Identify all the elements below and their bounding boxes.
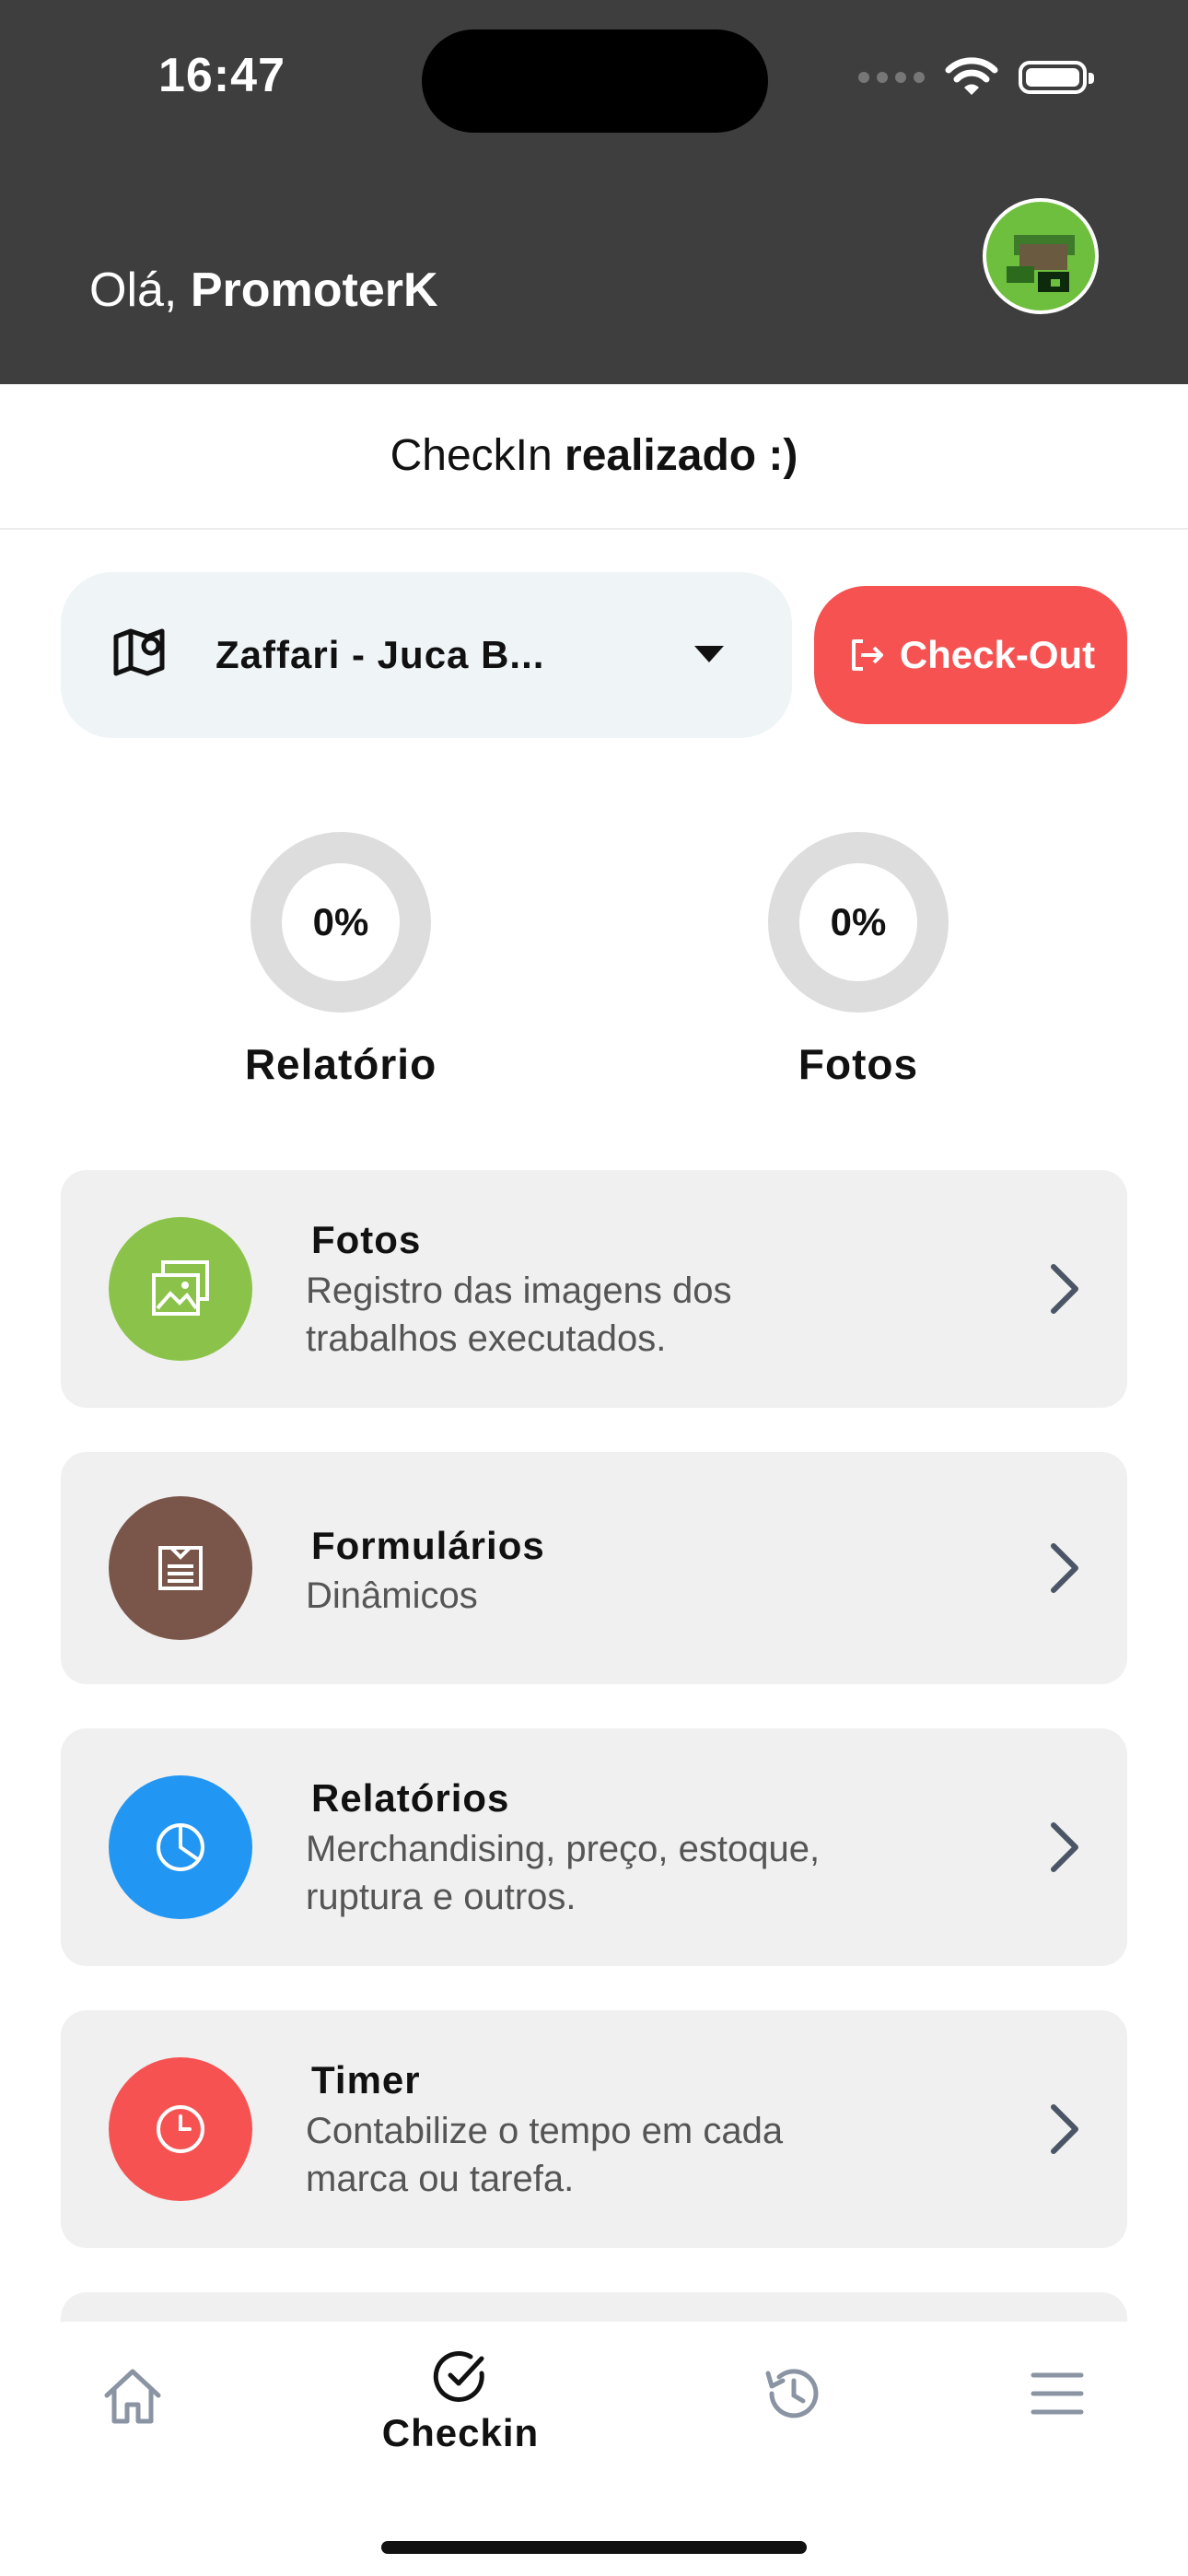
- card-description-line: trabalhos executados.: [306, 1318, 667, 1359]
- chevron-right-icon: [1051, 1822, 1078, 1872]
- card-timer[interactable]: Timer Contabilize o tempo em cada marca …: [61, 2010, 1127, 2248]
- photos-progress-label: Fotos: [798, 1040, 919, 1088]
- cellular-signal-icon: [858, 72, 925, 83]
- card-description: Contabilize o tempo em cada marca ou tar…: [306, 2107, 950, 2203]
- battery-icon: [1019, 61, 1094, 94]
- status-indicators: [858, 57, 1094, 98]
- photos-icon: [152, 1260, 209, 1316]
- tab-home[interactable]: [96, 2364, 169, 2431]
- card-title: Relatórios: [311, 1776, 510, 1820]
- card-relatorios[interactable]: Relatórios Merchandising, preço, estoque…: [61, 1728, 1127, 1966]
- pie-chart-icon: [157, 1823, 204, 1871]
- report-progress-value: 0%: [312, 900, 369, 943]
- tab-checkin-label: Checkin: [381, 2411, 540, 2454]
- dynamic-island: [422, 29, 768, 133]
- bottom-tab-bar: Checkin: [0, 2322, 1188, 2576]
- card-description-line: marca ou tarefa.: [306, 2159, 575, 2199]
- home-icon: [104, 2369, 161, 2424]
- card-title: Formulários: [311, 1524, 545, 1567]
- map-icon: [113, 628, 165, 676]
- banner-prefix: CheckIn: [390, 431, 553, 480]
- clock-icon-circle: [109, 2057, 252, 2201]
- pie-chart-icon-circle: [109, 1775, 252, 1919]
- report-progress-gauge: 0%: [250, 832, 431, 1013]
- checkout-button[interactable]: Check-Out: [814, 586, 1127, 724]
- checkout-label: Check-Out: [899, 633, 1096, 676]
- wifi-icon: [945, 57, 998, 95]
- logout-icon: [851, 639, 883, 671]
- app-header: 16:47 Olá, PromoterK: [0, 0, 1188, 384]
- card-fotos[interactable]: Fotos Registro das imagens dos trabalhos…: [61, 1170, 1127, 1408]
- photos-progress-value: 0%: [830, 900, 887, 943]
- card-formularios[interactable]: Formulários Dinâmicos: [61, 1452, 1127, 1684]
- photos-icon-circle: [109, 1217, 252, 1361]
- form-icon: [158, 1546, 203, 1590]
- greeting-prefix: Olá,: [89, 263, 178, 317]
- card-description-line: Contabilize o tempo em cada: [306, 2111, 784, 2151]
- history-icon: [765, 2369, 819, 2418]
- menu-icon: [1031, 2372, 1084, 2415]
- chevron-right-icon: [1051, 2104, 1078, 2154]
- card-description-line: Registro das imagens dos: [306, 1270, 732, 1311]
- card-description: Merchandising, preço, estoque, ruptura e…: [306, 1825, 950, 1921]
- card-title: Timer: [311, 2058, 421, 2102]
- status-time: 16:47: [158, 49, 285, 102]
- card-title: Fotos: [311, 1218, 422, 1261]
- check-circle-icon: [433, 2351, 484, 2402]
- card-description: Registro das imagens dos trabalhos execu…: [306, 1267, 950, 1363]
- chevron-down-icon: [694, 646, 724, 662]
- tab-checkin[interactable]: Checkin: [350, 2346, 571, 2455]
- chevron-right-icon: [1051, 1543, 1078, 1593]
- avatar[interactable]: [983, 198, 1099, 314]
- store-name: Zaffari - Juca B...: [215, 633, 545, 676]
- card-description-line: Dinâmicos: [306, 1575, 478, 1616]
- banner-status: realizado :): [565, 431, 798, 480]
- card-description-line: ruptura e outros.: [306, 1877, 577, 1917]
- chevron-right-icon: [1051, 1264, 1078, 1314]
- form-icon-circle: [109, 1496, 252, 1640]
- user-name: PromoterK: [190, 263, 438, 317]
- photos-progress-gauge: 0%: [768, 832, 949, 1013]
- card-description-line: Merchandising, preço, estoque,: [306, 1829, 821, 1869]
- checkin-status-banner: CheckIn realizado :): [0, 384, 1188, 530]
- tab-history[interactable]: [759, 2364, 825, 2428]
- card-description: Dinâmicos: [306, 1572, 950, 1620]
- greeting: Olá, PromoterK: [89, 263, 438, 318]
- tab-menu[interactable]: [1026, 2370, 1089, 2422]
- report-progress-label: Relatório: [244, 1040, 437, 1088]
- clock-icon: [157, 2105, 204, 2153]
- store-dropdown[interactable]: Zaffari - Juca B...: [61, 572, 792, 738]
- home-indicator[interactable]: [381, 2541, 807, 2554]
